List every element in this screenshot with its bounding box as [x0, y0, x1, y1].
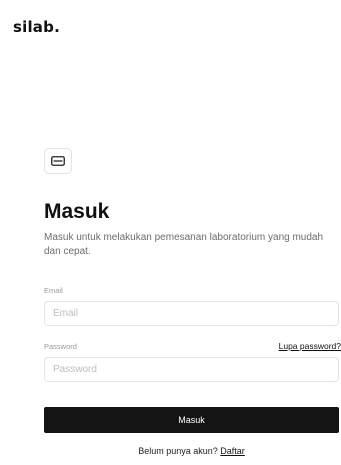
password-field[interactable]: [44, 357, 339, 382]
login-page: silab. Masuk Masuk untuk melakukan pemes…: [0, 0, 341, 465]
keyboard-icon-glyph: [51, 156, 65, 166]
email-label: Email: [44, 286, 63, 295]
signup-link[interactable]: Daftar: [220, 446, 245, 456]
keyboard-icon: [44, 148, 72, 174]
login-button[interactable]: Masuk: [44, 407, 339, 433]
signup-prompt: Belum punya akun? Daftar: [44, 447, 339, 456]
brand-logo[interactable]: silab.: [13, 20, 60, 35]
email-field[interactable]: [44, 301, 339, 326]
password-label: Password: [44, 342, 77, 351]
forgot-password-link[interactable]: Lupa password?: [231, 342, 341, 351]
page-title: Masuk: [44, 200, 110, 223]
page-subtitle: Masuk untuk melakukan pemesanan laborato…: [44, 232, 324, 257]
signup-prompt-text: Belum punya akun?: [138, 446, 218, 456]
